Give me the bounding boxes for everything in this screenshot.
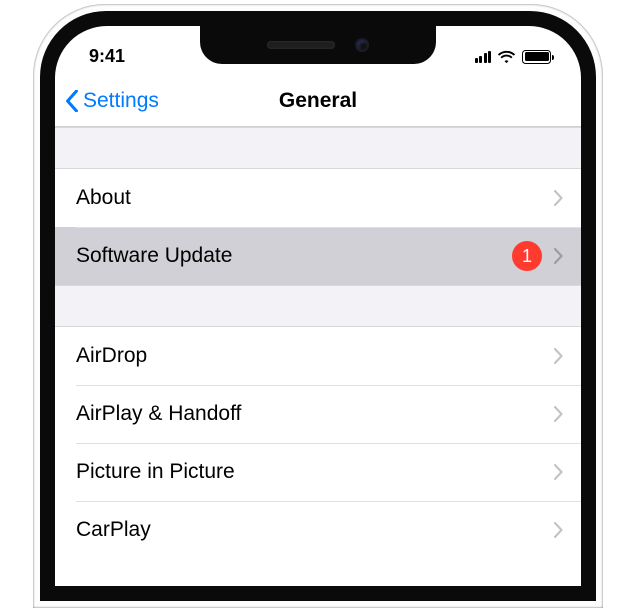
row-about[interactable]: About xyxy=(55,169,581,227)
chevron-right-icon xyxy=(554,348,563,364)
chevron-right-icon xyxy=(554,464,563,480)
back-label: Settings xyxy=(83,89,159,113)
notification-badge: 1 xyxy=(512,241,542,271)
phone-outer-frame: 9:41 Settings G xyxy=(33,4,603,608)
section-gap xyxy=(55,285,581,327)
speaker xyxy=(267,41,335,49)
back-button[interactable]: Settings xyxy=(65,89,159,113)
phone-frame: 9:41 Settings G xyxy=(40,11,596,601)
battery-icon xyxy=(522,50,551,64)
settings-section-1: About Software Update 1 xyxy=(55,169,581,285)
chevron-right-icon xyxy=(554,406,563,422)
chevron-left-icon xyxy=(65,90,79,112)
chevron-right-icon xyxy=(554,190,563,206)
row-label: AirPlay & Handoff xyxy=(76,402,554,426)
row-software-update[interactable]: Software Update 1 xyxy=(55,227,581,285)
row-label: AirDrop xyxy=(76,344,554,368)
row-label: CarPlay xyxy=(76,518,554,542)
status-time: 9:41 xyxy=(89,46,125,67)
row-label: About xyxy=(76,186,554,210)
row-carplay[interactable]: CarPlay xyxy=(55,501,581,559)
row-label: Picture in Picture xyxy=(76,460,554,484)
navigation-bar: Settings General xyxy=(55,75,581,127)
wifi-icon xyxy=(497,50,516,64)
row-airdrop[interactable]: AirDrop xyxy=(55,327,581,385)
screen: 9:41 Settings G xyxy=(55,26,581,586)
chevron-right-icon xyxy=(554,522,563,538)
status-indicators xyxy=(475,50,552,64)
row-picture-in-picture[interactable]: Picture in Picture xyxy=(55,443,581,501)
chevron-right-icon xyxy=(554,248,563,264)
notch xyxy=(200,26,436,64)
section-gap xyxy=(55,127,581,169)
row-airplay-handoff[interactable]: AirPlay & Handoff xyxy=(55,385,581,443)
row-label: Software Update xyxy=(76,244,512,268)
cellular-icon xyxy=(475,50,492,63)
settings-section-2: AirDrop AirPlay & Handoff Picture in Pic… xyxy=(55,327,581,559)
front-camera xyxy=(355,38,369,52)
